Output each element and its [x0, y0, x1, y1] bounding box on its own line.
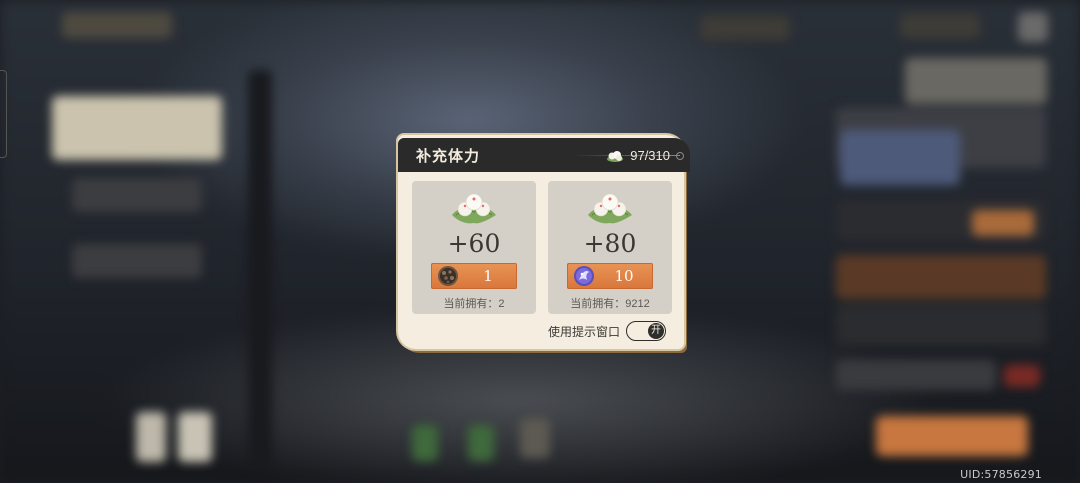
cost-amount: 1	[483, 267, 493, 285]
stamina-gain: +80	[583, 229, 637, 258]
stamina-option-60[interactable]: +60 1 当前拥有：2	[412, 181, 536, 314]
cost-amount: 10	[614, 267, 634, 285]
steamed-bun-icon	[452, 193, 496, 224]
dialog-title: 补充体力	[416, 146, 481, 165]
owned-count: 当前拥有：2	[443, 298, 505, 310]
prompt-label: 使用提示窗口	[547, 324, 620, 339]
dark-ore-icon	[438, 266, 458, 286]
user-id: UID:57856291	[960, 468, 1042, 481]
purple-crystal-icon	[574, 266, 594, 286]
stamina-option-80[interactable]: +80 10 当前拥有：9212	[548, 181, 672, 314]
use-dark-ore-button[interactable]: 1	[431, 263, 517, 289]
replenish-stamina-dialog: 补充体力 97/310 +60 1 当前拥有：2 +80 10 当前拥有：921…	[398, 135, 690, 349]
owned-count: 当前拥有：9212	[570, 298, 650, 310]
prompt-toggle[interactable]: 开	[626, 321, 666, 341]
stamina-gain: +60	[447, 229, 501, 258]
toggle-knob: 开	[648, 323, 664, 339]
use-purple-crystal-button[interactable]: 10	[567, 263, 653, 289]
stamina-bun-icon	[606, 149, 624, 162]
stamina-value: 97/310	[630, 147, 670, 163]
steamed-bun-icon	[588, 193, 632, 224]
dialog-header: 补充体力 97/310	[398, 138, 690, 172]
use-prompt-setting: 使用提示窗口 开	[548, 321, 666, 341]
stamina-counter: 97/310	[572, 138, 684, 172]
